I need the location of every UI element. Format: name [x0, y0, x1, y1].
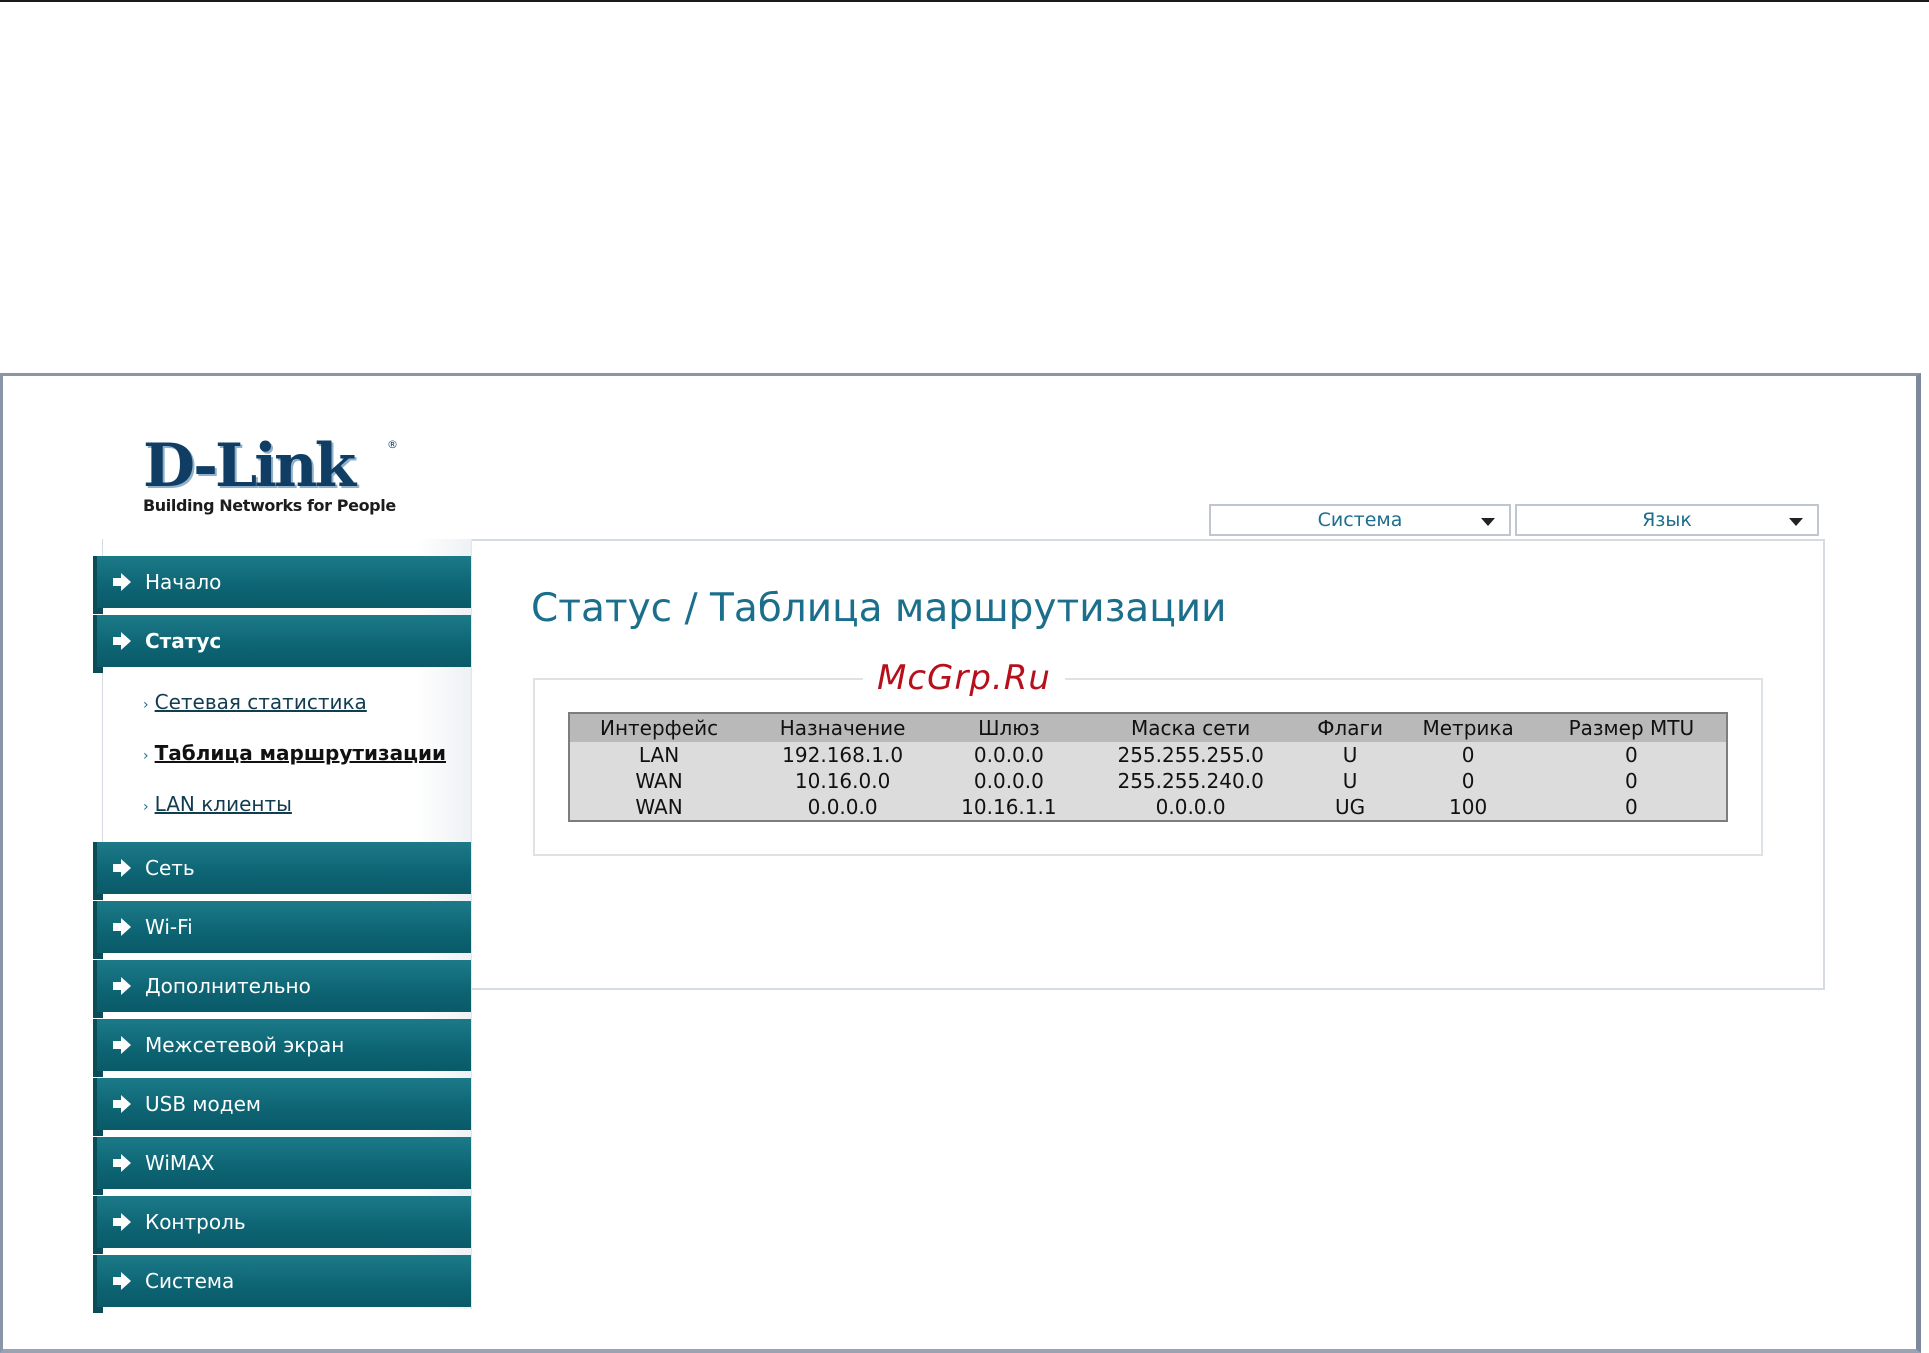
top-rule	[0, 0, 1929, 2]
arrow-right-icon	[113, 1154, 131, 1172]
sidebar-item-usb-modem[interactable]: USB модем	[93, 1078, 471, 1136]
table-cell: U	[1300, 768, 1400, 794]
registered-mark: ®	[387, 438, 398, 451]
arrow-right-icon	[113, 1272, 131, 1290]
table-cell: 0.0.0.0	[937, 768, 1081, 794]
submenu-label: Таблица маршрутизации	[154, 741, 446, 765]
table-cell: 100	[1399, 794, 1537, 821]
chevron-down-icon	[1481, 518, 1495, 526]
arrow-right-icon	[113, 632, 131, 650]
system-dropdown-label: Система	[1317, 509, 1403, 531]
routing-table: Интерфейс Назначение Шлюз Маска сети Фла…	[568, 712, 1728, 822]
sidebar-item-home[interactable]: Начало	[93, 556, 471, 614]
sidebar-item-advanced[interactable]: Дополнительно	[93, 960, 471, 1018]
watermark: McGrp.Ru	[863, 658, 1065, 698]
table-cell: 0	[1399, 768, 1537, 794]
sidebar-item-system[interactable]: Система	[93, 1255, 471, 1313]
table-cell: 0	[1536, 742, 1727, 768]
sidebar-item-label: Система	[145, 1269, 235, 1293]
submenu-network-statistics[interactable]: › Сетевая статистика	[143, 690, 367, 714]
arrow-right-icon	[113, 573, 131, 591]
arrow-right-icon	[113, 1095, 131, 1113]
table-cell: 10.16.1.1	[937, 794, 1081, 821]
sidebar-item-status[interactable]: Статус	[93, 615, 471, 673]
sidebar-item-firewall[interactable]: Межсетевой экран	[93, 1019, 471, 1077]
table-cell: 0.0.0.0	[1080, 794, 1301, 821]
arrow-right-icon	[113, 918, 131, 936]
column-header: Размер MTU	[1536, 713, 1727, 742]
sidebar-item-label: Межсетевой экран	[145, 1033, 345, 1057]
bullet-icon: ›	[143, 799, 149, 815]
router-web-interface: D-Link ® Building Networks for People Си…	[0, 373, 1921, 1353]
table-cell: 0	[1536, 794, 1727, 821]
sidebar-item-label: Статус	[145, 629, 222, 653]
sidebar-item-label: Сеть	[145, 856, 195, 880]
table-cell: U	[1300, 742, 1400, 768]
sidebar-item-network[interactable]: Сеть	[93, 842, 471, 900]
column-header: Метрика	[1399, 713, 1537, 742]
sidebar-item-label: Дополнительно	[145, 974, 311, 998]
table-row: WAN 0.0.0.0 10.16.1.1 0.0.0.0 UG 100 0	[569, 794, 1727, 821]
table-cell: 0.0.0.0	[937, 742, 1081, 768]
language-dropdown[interactable]: Язык	[1515, 504, 1819, 536]
sidebar-item-label: WiMAX	[145, 1151, 215, 1175]
sidebar-item-control[interactable]: Контроль	[93, 1196, 471, 1254]
table-cell: WAN	[569, 768, 749, 794]
submenu-lan-clients[interactable]: › LAN клиенты	[143, 792, 292, 816]
table-header-row: Интерфейс Назначение Шлюз Маска сети Фла…	[569, 713, 1727, 742]
logo-tagline: Building Networks for People	[143, 496, 396, 515]
bullet-icon: ›	[143, 697, 149, 713]
arrow-right-icon	[113, 977, 131, 995]
submenu-routing-table[interactable]: › Таблица маршрутизации	[143, 741, 446, 765]
table-cell: 0	[1536, 768, 1727, 794]
table-cell: 255.255.240.0	[1080, 768, 1301, 794]
table-cell: 192.168.1.0	[748, 742, 938, 768]
table-cell: WAN	[569, 794, 749, 821]
dlink-logo: D-Link ® Building Networks for People	[143, 436, 403, 515]
column-header: Шлюз	[937, 713, 1081, 742]
arrow-right-icon	[113, 1213, 131, 1231]
page-title: Статус / Таблица маршрутизации	[531, 586, 1227, 631]
sidebar-item-label: USB модем	[145, 1092, 261, 1116]
table-cell: 0	[1399, 742, 1537, 768]
table-cell: LAN	[569, 742, 749, 768]
table-cell: UG	[1300, 794, 1400, 821]
table-row: LAN 192.168.1.0 0.0.0.0 255.255.255.0 U …	[569, 742, 1727, 768]
sidebar-item-wimax[interactable]: WiMAX	[93, 1137, 471, 1195]
arrow-right-icon	[113, 1036, 131, 1054]
sidebar-item-label: Wi-Fi	[145, 915, 193, 939]
column-header: Назначение	[748, 713, 938, 742]
arrow-right-icon	[113, 859, 131, 877]
language-dropdown-label: Язык	[1642, 509, 1692, 531]
submenu-label: LAN клиенты	[154, 792, 292, 816]
column-header: Маска сети	[1080, 713, 1301, 742]
bullet-icon: ›	[143, 748, 149, 764]
system-dropdown[interactable]: Система	[1209, 504, 1511, 536]
column-header: Флаги	[1300, 713, 1400, 742]
table-cell: 10.16.0.0	[748, 768, 938, 794]
sidebar-item-label: Контроль	[145, 1210, 246, 1234]
table-row: WAN 10.16.0.0 0.0.0.0 255.255.240.0 U 0 …	[569, 768, 1727, 794]
chevron-down-icon	[1789, 518, 1803, 526]
table-cell: 255.255.255.0	[1080, 742, 1301, 768]
table-cell: 0.0.0.0	[748, 794, 938, 821]
submenu-label: Сетевая статистика	[154, 690, 367, 714]
sidebar-item-label: Начало	[145, 570, 222, 594]
column-header: Интерфейс	[569, 713, 749, 742]
logo-wordmark: D-Link	[143, 431, 356, 501]
sidebar-item-wifi[interactable]: Wi-Fi	[93, 901, 471, 959]
